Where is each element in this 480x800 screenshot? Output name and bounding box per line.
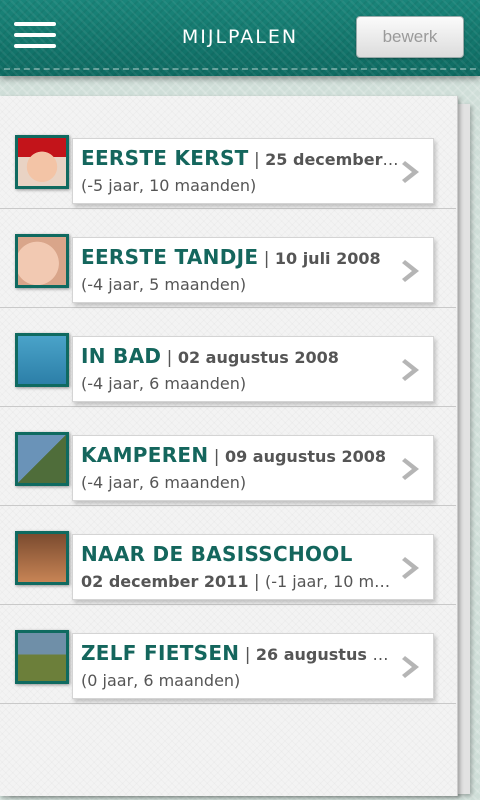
milestone-card[interactable]: EERSTE TANDJE | 10 juli 2008 (-4 jaar, 5… — [72, 237, 434, 303]
milestone-age: (-4 jaar, 6 maanden) — [81, 473, 247, 492]
chevron-right-icon — [402, 260, 419, 282]
chevron-right-icon — [402, 161, 419, 183]
milestone-name: ZELF FIETSEN — [81, 641, 240, 665]
milestone-date: 25 december 2007 — [265, 150, 399, 169]
milestone-photo — [15, 531, 69, 585]
milestone-age: (-5 jaar, 10 maanden) — [81, 176, 257, 195]
milestone-card[interactable]: ZELF FIETSEN | 26 augustus 2012 (0 jaar,… — [72, 633, 434, 699]
milestone-age: (-4 jaar, 5 maanden) — [81, 275, 247, 294]
milestone-card[interactable]: IN BAD | 02 augustus 2008 (-4 jaar, 6 ma… — [72, 336, 434, 402]
milestone-date: 09 augustus 2008 — [224, 447, 387, 466]
edit-button[interactable]: bewerk — [356, 16, 464, 58]
milestone-list: EERSTE KERST | 25 december 2007 (-5 jaar… — [0, 96, 458, 796]
chevron-right-icon — [402, 458, 419, 480]
milestone-row[interactable]: IN BAD | 02 augustus 2008 (-4 jaar, 6 ma… — [0, 308, 456, 407]
milestone-photo — [15, 333, 69, 387]
milestone-card[interactable]: KAMPEREN | 09 augustus 2008 (-4 jaar, 6 … — [72, 435, 434, 501]
milestone-name: EERSTE TANDJE — [81, 245, 259, 269]
milestone-date: 10 juli 2008 — [274, 249, 381, 268]
milestone-row[interactable]: EERSTE TANDJE | 10 juli 2008 (-4 jaar, 5… — [0, 209, 456, 308]
chevron-right-icon — [402, 557, 419, 579]
milestone-photo — [15, 630, 69, 684]
milestone-photo — [15, 432, 69, 486]
milestone-row[interactable]: NAAR DE BASISSCHOOL 02 december 2011 | (… — [0, 506, 456, 605]
milestone-row[interactable]: KAMPEREN | 09 augustus 2008 (-4 jaar, 6 … — [0, 407, 456, 506]
milestone-card[interactable]: NAAR DE BASISSCHOOL 02 december 2011 | (… — [72, 534, 434, 600]
milestone-card[interactable]: EERSTE KERST | 25 december 2007 (-5 jaar… — [72, 138, 434, 204]
milestone-date: 02 augustus 2008 — [177, 348, 339, 367]
milestone-date: 26 augustus 2012 — [255, 645, 399, 664]
milestone-name: IN BAD — [81, 344, 162, 368]
milestone-age: (0 jaar, 6 maanden) — [81, 671, 241, 690]
chevron-right-icon — [402, 656, 419, 678]
milestone-date: 02 december 2011 — [81, 572, 249, 591]
milestone-photo — [15, 234, 69, 288]
milestone-age: (-1 jaar, 10 maanden) — [265, 572, 399, 591]
milestone-row[interactable]: EERSTE KERST | 25 december 2007 (-5 jaar… — [0, 110, 456, 209]
milestone-photo — [15, 135, 69, 189]
milestone-age: (-4 jaar, 6 maanden) — [81, 374, 247, 393]
milestone-name: NAAR DE BASISSCHOOL — [81, 542, 353, 566]
app-header: MIJLPALEN bewerk — [0, 0, 480, 76]
milestone-name: KAMPEREN — [81, 443, 209, 467]
milestone-name: EERSTE KERST — [81, 146, 249, 170]
milestone-row[interactable]: ZELF FIETSEN | 26 augustus 2012 (0 jaar,… — [0, 605, 456, 704]
chevron-right-icon — [402, 359, 419, 381]
